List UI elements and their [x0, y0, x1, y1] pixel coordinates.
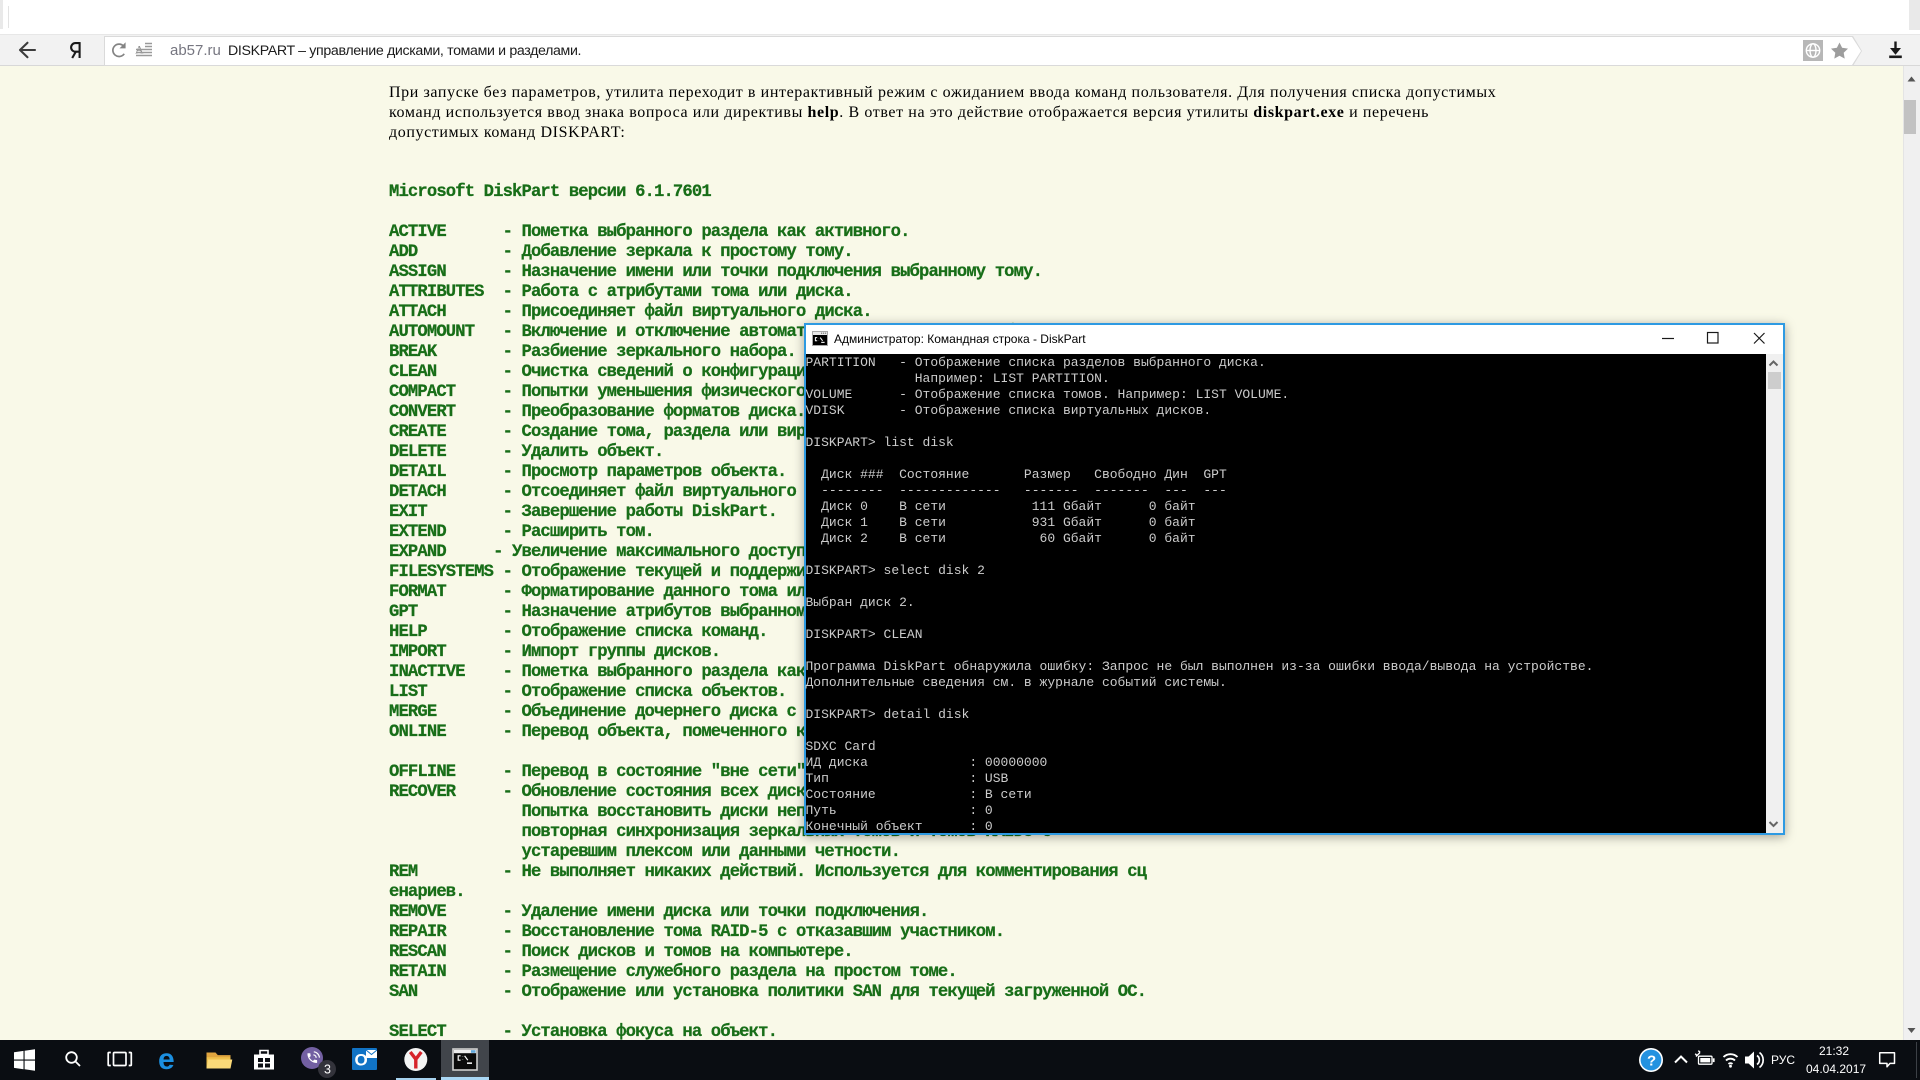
svg-text:?: ? — [1647, 1053, 1656, 1070]
svg-text:O: O — [355, 1051, 368, 1070]
svg-text:3: 3 — [324, 1063, 331, 1077]
svg-text:e: e — [158, 1043, 175, 1076]
